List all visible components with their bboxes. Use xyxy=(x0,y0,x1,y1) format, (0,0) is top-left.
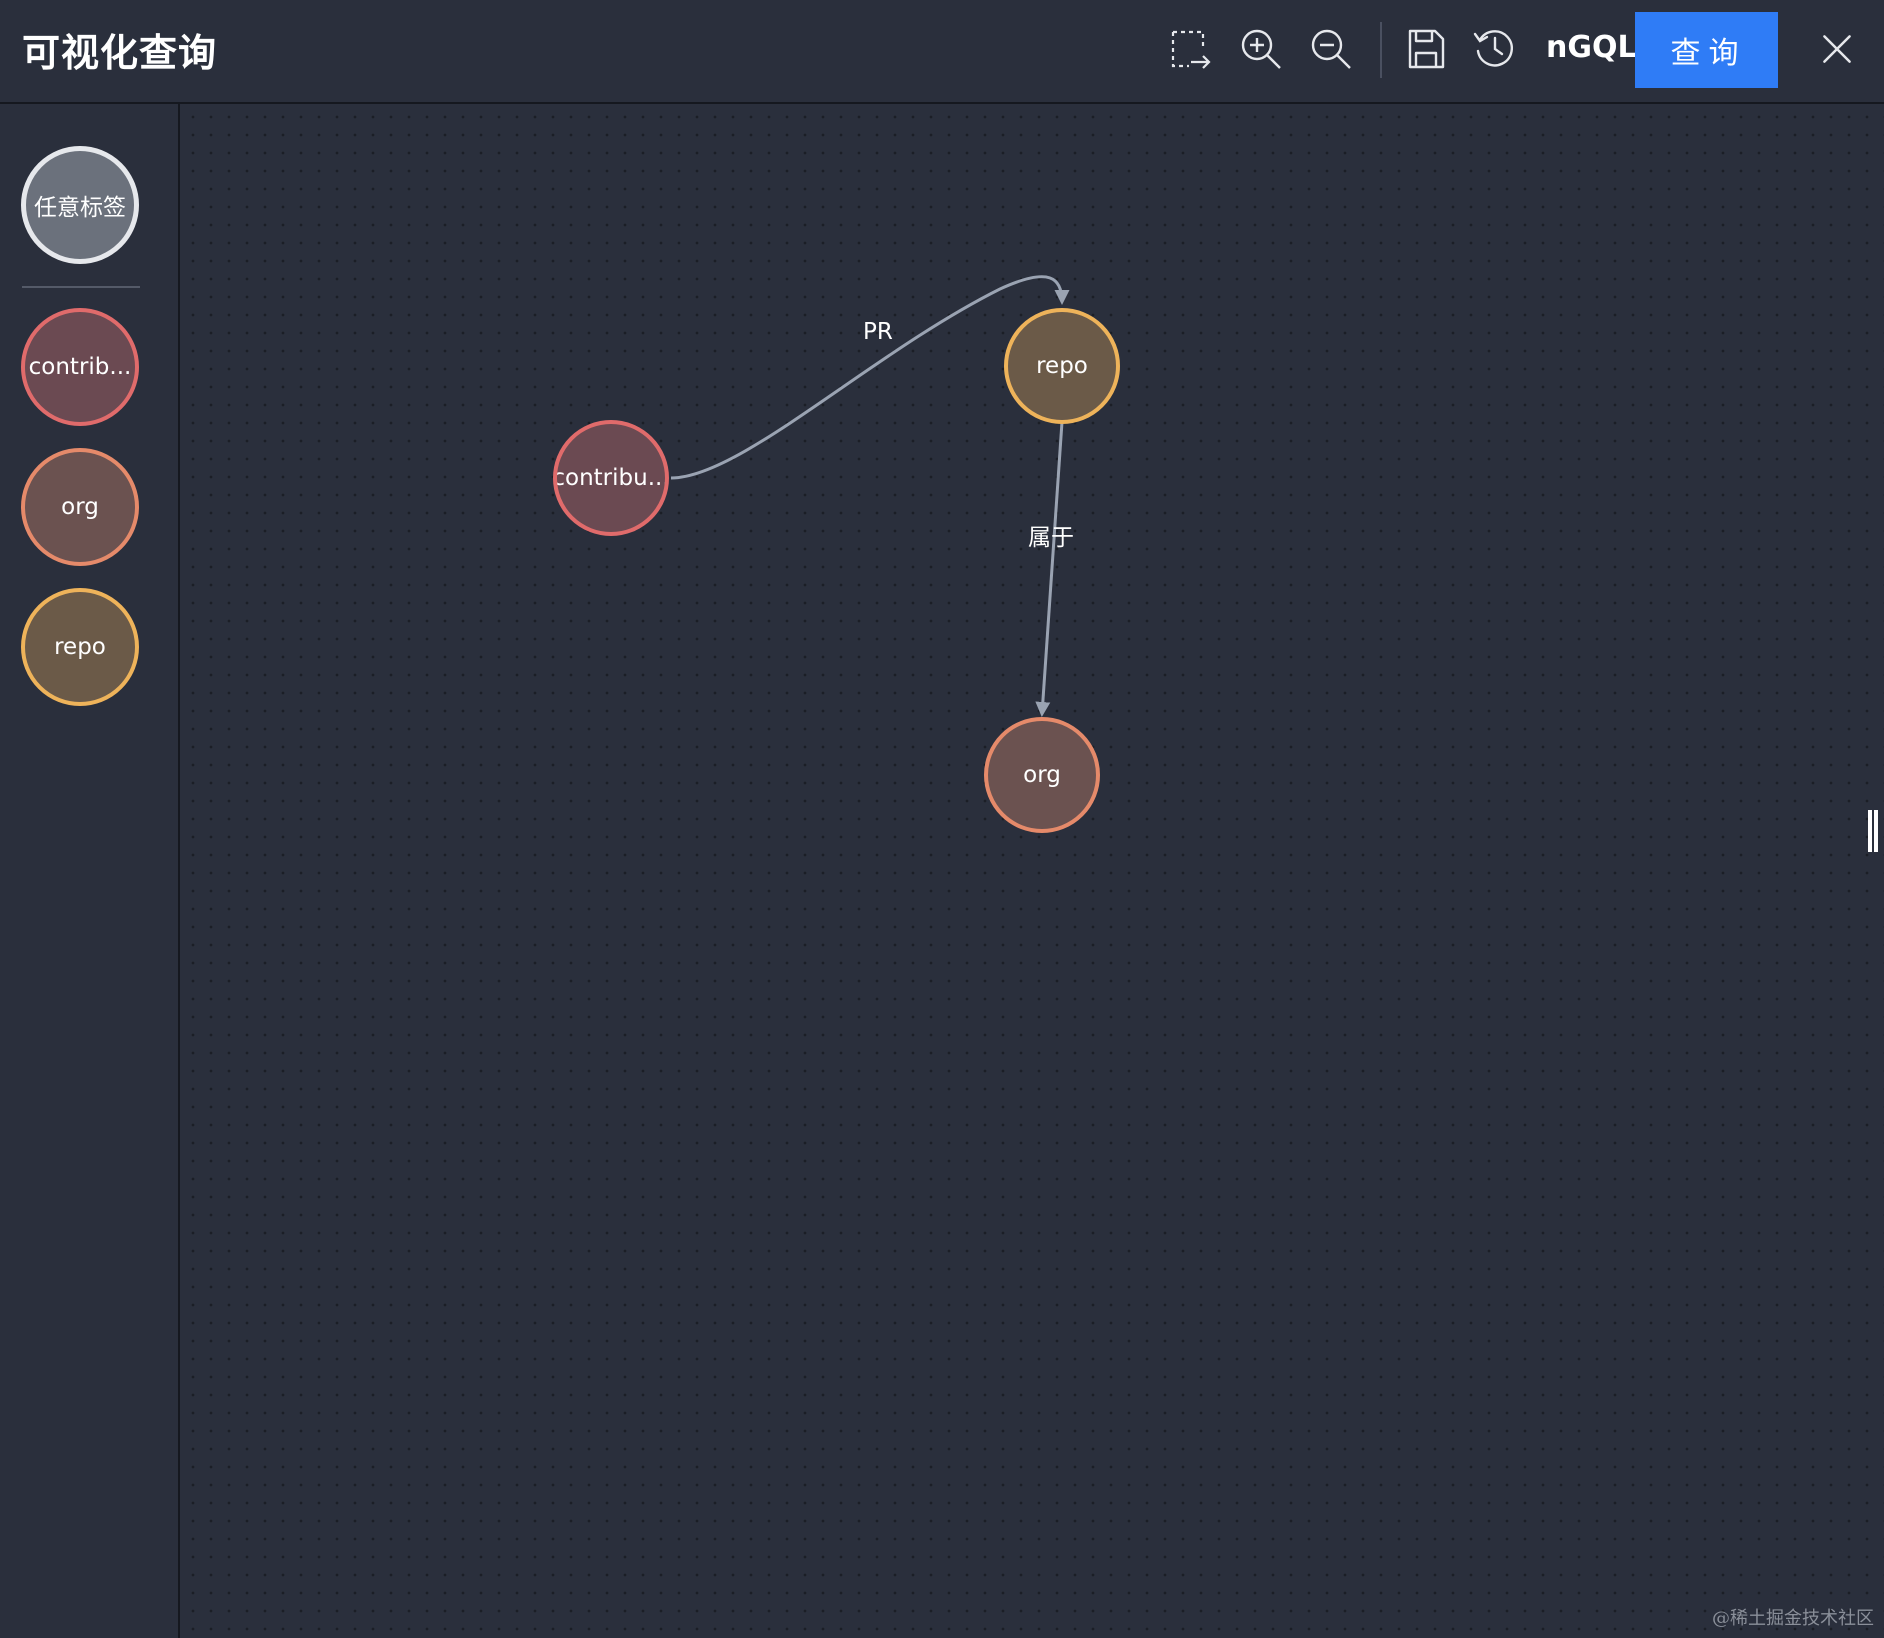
close-icon[interactable] xyxy=(1812,24,1862,74)
edge-label-belongs-to: 属于 xyxy=(1028,525,1074,551)
page-title: 可视化查询 xyxy=(22,31,218,75)
graph-node-repo[interactable]: repo xyxy=(1004,308,1120,424)
graph-node-org[interactable]: org xyxy=(984,717,1100,833)
edge-belongs-to[interactable] xyxy=(1035,421,1064,717)
tag-sidebar: 任意标签 contrib... org repo xyxy=(0,104,180,1638)
sidebar-tag-repo[interactable]: repo xyxy=(21,588,139,706)
edge-label-pr: PR xyxy=(863,319,893,345)
header-bar: 可视化查询 nGQL 查询 xyxy=(0,0,1884,104)
query-button[interactable]: 查询 xyxy=(1635,12,1778,88)
watermark: @稀土掘金技术社区 xyxy=(1712,1608,1874,1629)
history-icon[interactable] xyxy=(1470,22,1520,76)
ngql-button[interactable]: nGQL xyxy=(1546,30,1637,65)
visual-query-app: 可视化查询 nGQL 查询 任意标签 contrib... org repo P… xyxy=(0,0,1884,1638)
zoom-out-icon[interactable] xyxy=(1306,22,1356,76)
edge-pr[interactable] xyxy=(670,275,1070,480)
sidebar-tag-org[interactable]: org xyxy=(21,448,139,566)
dashed-select-icon[interactable] xyxy=(1165,22,1215,76)
graph-canvas[interactable]: PR 属于 contribu... repo org xyxy=(180,104,1884,1638)
zoom-in-icon[interactable] xyxy=(1236,22,1286,76)
save-icon[interactable] xyxy=(1401,22,1451,76)
toolbar-divider xyxy=(1380,22,1382,78)
graph-node-contributor[interactable]: contribu... xyxy=(553,420,669,536)
resize-handle[interactable] xyxy=(1868,810,1878,852)
sidebar-divider xyxy=(22,286,140,288)
sidebar-tag-contributor[interactable]: contrib... xyxy=(21,308,139,426)
sidebar-tag-any[interactable]: 任意标签 xyxy=(21,146,139,264)
